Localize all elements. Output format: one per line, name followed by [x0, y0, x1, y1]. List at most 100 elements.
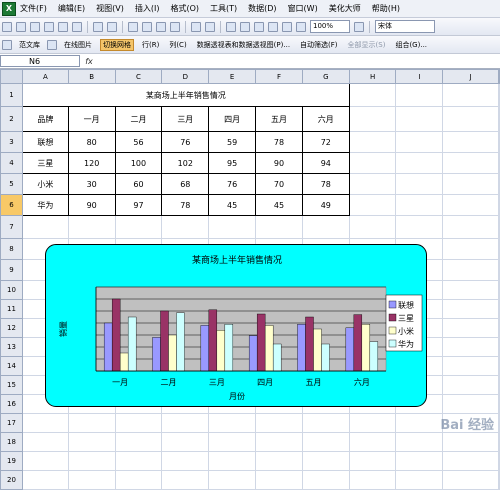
cell[interactable]: [301, 432, 350, 452]
undo-icon[interactable]: [191, 21, 201, 32]
cell[interactable]: [208, 413, 257, 433]
cell[interactable]: [395, 215, 444, 239]
column-header-C[interactable]: C: [114, 69, 163, 84]
row-header-14[interactable]: 14: [0, 356, 23, 376]
row-header-19[interactable]: 19: [0, 451, 23, 471]
data-cell[interactable]: 45: [208, 194, 257, 216]
header-cell[interactable]: 五月: [255, 106, 303, 132]
menu-tools[interactable]: 工具(T): [210, 3, 237, 14]
header-cell[interactable]: 三月: [161, 106, 210, 132]
cell[interactable]: [114, 451, 163, 471]
cell[interactable]: [348, 83, 397, 107]
menu-help[interactable]: 帮助(H): [372, 3, 400, 14]
sheet-title-cell[interactable]: 某商场上半年销售情况: [21, 83, 350, 107]
cell[interactable]: [442, 131, 499, 153]
excel-app-icon[interactable]: X: [2, 1, 16, 16]
data-cell[interactable]: 30: [67, 173, 116, 195]
save-icon[interactable]: [30, 21, 40, 32]
cell[interactable]: [442, 394, 499, 414]
cell[interactable]: [348, 106, 397, 132]
cell[interactable]: [21, 451, 69, 471]
cell[interactable]: [114, 413, 163, 433]
data-cell[interactable]: 70: [255, 173, 303, 195]
row-header-10[interactable]: 10: [0, 280, 23, 300]
row-header-3[interactable]: 3: [0, 131, 23, 153]
cell[interactable]: [208, 451, 257, 471]
cell[interactable]: [301, 451, 350, 471]
data-cell[interactable]: 华为: [21, 194, 69, 216]
cell[interactable]: [395, 470, 444, 490]
cell[interactable]: [21, 413, 69, 433]
data-cell[interactable]: 78: [255, 131, 303, 153]
cell[interactable]: [114, 215, 163, 239]
pivot-table-button[interactable]: 数据透视表和数据透视图(P)...: [195, 40, 292, 50]
row-header-20[interactable]: 20: [0, 470, 23, 490]
header-cell[interactable]: 品牌: [21, 106, 69, 132]
drawing-icon[interactable]: [296, 21, 306, 32]
menu-window[interactable]: 窗口(W): [288, 3, 318, 14]
column-header-I[interactable]: I: [395, 69, 444, 84]
cell[interactable]: [395, 451, 444, 471]
data-cell[interactable]: 100: [114, 152, 163, 174]
chart-wizard-icon[interactable]: [282, 21, 292, 32]
cell[interactable]: [67, 413, 116, 433]
cell[interactable]: [255, 470, 303, 490]
cell[interactable]: [348, 451, 397, 471]
cell[interactable]: [442, 337, 499, 357]
row-header-4[interactable]: 4: [0, 152, 23, 174]
template-library-icon[interactable]: [2, 39, 12, 50]
cell[interactable]: [208, 470, 257, 490]
data-cell[interactable]: 80: [67, 131, 116, 153]
formula-input[interactable]: [98, 55, 500, 67]
help-icon[interactable]: [354, 21, 364, 32]
cut-icon[interactable]: [128, 21, 138, 32]
cell[interactable]: [442, 280, 499, 300]
cell[interactable]: [442, 259, 499, 281]
cell[interactable]: [348, 131, 397, 153]
row-header-16[interactable]: 16: [0, 394, 23, 414]
spelling-icon[interactable]: [93, 21, 103, 32]
cell[interactable]: [161, 451, 210, 471]
cell[interactable]: [498, 432, 500, 452]
cell[interactable]: [395, 173, 444, 195]
cell[interactable]: [255, 432, 303, 452]
header-cell[interactable]: 二月: [114, 106, 163, 132]
cell[interactable]: [395, 432, 444, 452]
cell[interactable]: [498, 470, 500, 490]
sort-ascending-icon[interactable]: [254, 21, 264, 32]
cell[interactable]: [161, 432, 210, 452]
row-header-15[interactable]: 15: [0, 375, 23, 395]
menu-view[interactable]: 视图(V): [96, 3, 124, 14]
cell[interactable]: [67, 470, 116, 490]
hyperlink-icon[interactable]: [226, 21, 236, 32]
font-select[interactable]: 宋体: [375, 20, 435, 33]
cell[interactable]: [161, 470, 210, 490]
paste-icon[interactable]: [156, 21, 166, 32]
data-cell[interactable]: 小米: [21, 173, 69, 195]
cell[interactable]: [498, 318, 500, 338]
cell[interactable]: [498, 451, 500, 471]
data-cell[interactable]: 97: [114, 194, 163, 216]
menu-insert[interactable]: 插入(I): [135, 3, 160, 14]
cell[interactable]: [442, 152, 499, 174]
cell[interactable]: [498, 215, 500, 239]
data-cell[interactable]: 联想: [21, 131, 69, 153]
data-cell[interactable]: 78: [301, 173, 350, 195]
data-cell[interactable]: 49: [301, 194, 350, 216]
cell[interactable]: [395, 131, 444, 153]
cell[interactable]: [442, 375, 499, 395]
cell[interactable]: [442, 83, 499, 107]
row-header-11[interactable]: 11: [0, 299, 23, 319]
sales-chart[interactable]: 某商场上半年销售情况 一月 二月 三月 四月 五月 六月 月份 销量 联想 三星 小米 华为: [45, 244, 427, 407]
cell[interactable]: [395, 413, 444, 433]
data-cell[interactable]: 90: [67, 194, 116, 216]
cell[interactable]: [255, 413, 303, 433]
cell[interactable]: [498, 259, 500, 281]
cell[interactable]: [255, 215, 303, 239]
cell[interactable]: [498, 413, 500, 433]
cell[interactable]: [301, 413, 350, 433]
show-all-button[interactable]: 全部显示(S): [346, 40, 388, 50]
menu-data[interactable]: 数据(D): [248, 3, 276, 14]
copy-icon[interactable]: [142, 21, 152, 32]
cell[interactable]: [67, 215, 116, 239]
